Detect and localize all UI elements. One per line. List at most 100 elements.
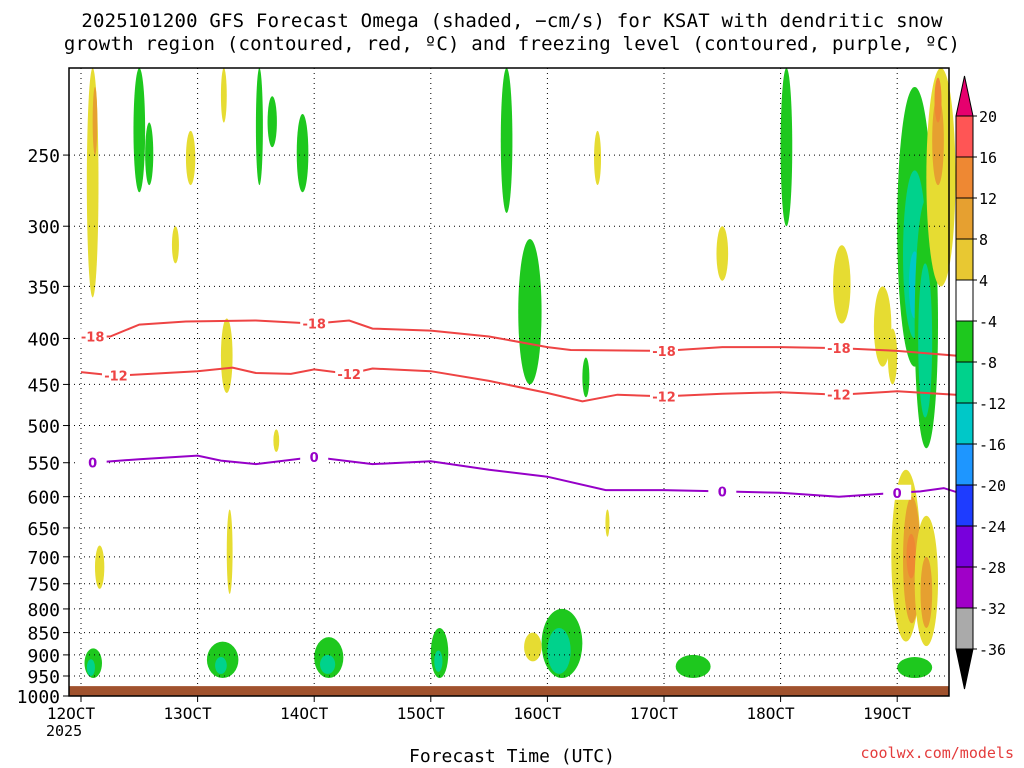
omega-region: [675, 654, 711, 679]
omega-region: [716, 226, 729, 281]
omega-region: [133, 68, 146, 193]
omega-region: [220, 68, 227, 123]
contour-label: -12: [104, 370, 128, 385]
colorbar-label: 12: [979, 190, 997, 208]
colorbar-label: 16: [979, 149, 997, 167]
omega-time-height-chart: -18 -18 -18 -18 -12 -12 -12 -12 0 0 0 0 250 300 350 40…: [17, 67, 1006, 723]
x-tick-label: 19OCT: [863, 704, 912, 723]
contour-label: -18: [81, 331, 105, 346]
colorbar-bottom-arrow: [955, 648, 974, 690]
colorbar-swatch: [955, 197, 974, 240]
colorbar-label: -4: [979, 313, 997, 331]
y-tick-label: 450: [27, 375, 60, 396]
omega-region: [215, 657, 227, 674]
x-tick-label: 14OCT: [280, 704, 329, 723]
contour-label: -12: [652, 390, 676, 405]
y-tick-label: 250: [27, 146, 60, 167]
contour-label: 0: [310, 451, 319, 466]
contour-label: 0: [718, 485, 727, 500]
colorbar-swatch: [955, 115, 974, 158]
colorbar-label: 4: [979, 272, 988, 290]
colorbar-swatch: [955, 156, 974, 199]
contour-label: -12: [337, 368, 361, 383]
y-tick-label: 900: [27, 646, 60, 667]
colorbar: 20 16 12 8 4 -4 -8 -12 -16 -20 -24 -28 -32 -36: [955, 75, 1006, 690]
colorbar-top-arrow: [955, 75, 974, 117]
omega-region: [220, 318, 233, 393]
colorbar-swatch: [955, 443, 974, 486]
y-tick-label: 550: [27, 454, 60, 475]
colorbar-label: 20: [979, 108, 997, 126]
colorbar-label: -32: [979, 600, 1006, 618]
colorbar-label: 8: [979, 231, 988, 249]
omega-region: [780, 68, 793, 227]
contour-line: [80, 454, 968, 498]
x-tick-label: 17OCT: [630, 704, 679, 723]
omega-region: [887, 328, 898, 385]
y-tick-label: 950: [27, 667, 60, 688]
colorbar-swatch: [955, 320, 974, 363]
colorbar-swatch: [955, 566, 974, 609]
contour-layer: -18 -18 -18 -18 -12 -12 -12 -12 0 0 0 0: [78, 315, 968, 502]
x-year-label: 2025: [46, 722, 83, 740]
y-tick-label: 400: [27, 329, 60, 350]
y-tick-label: 600: [27, 488, 60, 509]
omega-region: [897, 657, 933, 679]
colorbar-label: -20: [979, 477, 1006, 495]
y-tick-label: 300: [27, 217, 60, 238]
omega-region: [267, 96, 277, 148]
ground-surface: [69, 686, 949, 696]
y-tick-label: 700: [27, 548, 60, 569]
contour-label: 0: [893, 487, 902, 502]
colorbar-label: -24: [979, 518, 1006, 536]
colorbar-label: -12: [979, 395, 1006, 413]
x-tick-label: 13OCT: [164, 704, 213, 723]
omega-region: [582, 357, 590, 398]
contour-label: -12: [827, 389, 851, 404]
y-tick-label: 750: [27, 575, 60, 596]
omega-region: [920, 556, 933, 628]
omega-region: [94, 545, 105, 589]
omega-region: [86, 659, 95, 676]
colorbar-label: -36: [979, 641, 1006, 659]
omega-region: [145, 122, 154, 186]
omega-region: [500, 68, 513, 213]
omega-region: [934, 77, 942, 123]
omega-region: [918, 263, 933, 418]
omega-region: [906, 533, 916, 579]
colorbar-label: -8: [979, 354, 997, 372]
omega-region: [547, 627, 571, 674]
contour-label: -18: [652, 345, 676, 360]
y-tick-label: 800: [27, 600, 60, 621]
colorbar-swatch: [955, 484, 974, 527]
omega-region: [296, 113, 309, 193]
colorbar-swatch: [955, 525, 974, 568]
x-tick-label: 18OCT: [747, 704, 796, 723]
colorbar-swatch: [955, 402, 974, 445]
credit-link[interactable]: coolwx.com/models: [860, 744, 1014, 762]
x-tick-label: 12OCT: [47, 704, 96, 723]
omega-region: [171, 226, 179, 264]
omega-shading-layer: [84, 68, 956, 679]
colorbar-label: -28: [979, 559, 1006, 577]
omega-region: [226, 509, 233, 595]
colorbar-swatch: [955, 238, 974, 281]
omega-region: [255, 68, 263, 186]
y-tick-label: 350: [27, 277, 60, 298]
omega-region: [594, 130, 602, 186]
colorbar-swatch: [955, 607, 974, 650]
contour-label: -18: [827, 342, 851, 357]
omega-region: [605, 509, 610, 537]
omega-region: [320, 654, 336, 674]
contour-label: 0: [88, 457, 97, 472]
colorbar-swatch: [955, 361, 974, 404]
omega-region: [434, 650, 443, 672]
colorbar-swatch: [955, 279, 974, 322]
omega-region: [524, 632, 542, 662]
colorbar-label: -16: [979, 436, 1006, 454]
y-tick-label: 500: [27, 417, 60, 438]
omega-region: [518, 239, 542, 385]
omega-region: [92, 87, 98, 156]
ground-layer: [69, 686, 949, 696]
omega-region: [185, 130, 196, 186]
